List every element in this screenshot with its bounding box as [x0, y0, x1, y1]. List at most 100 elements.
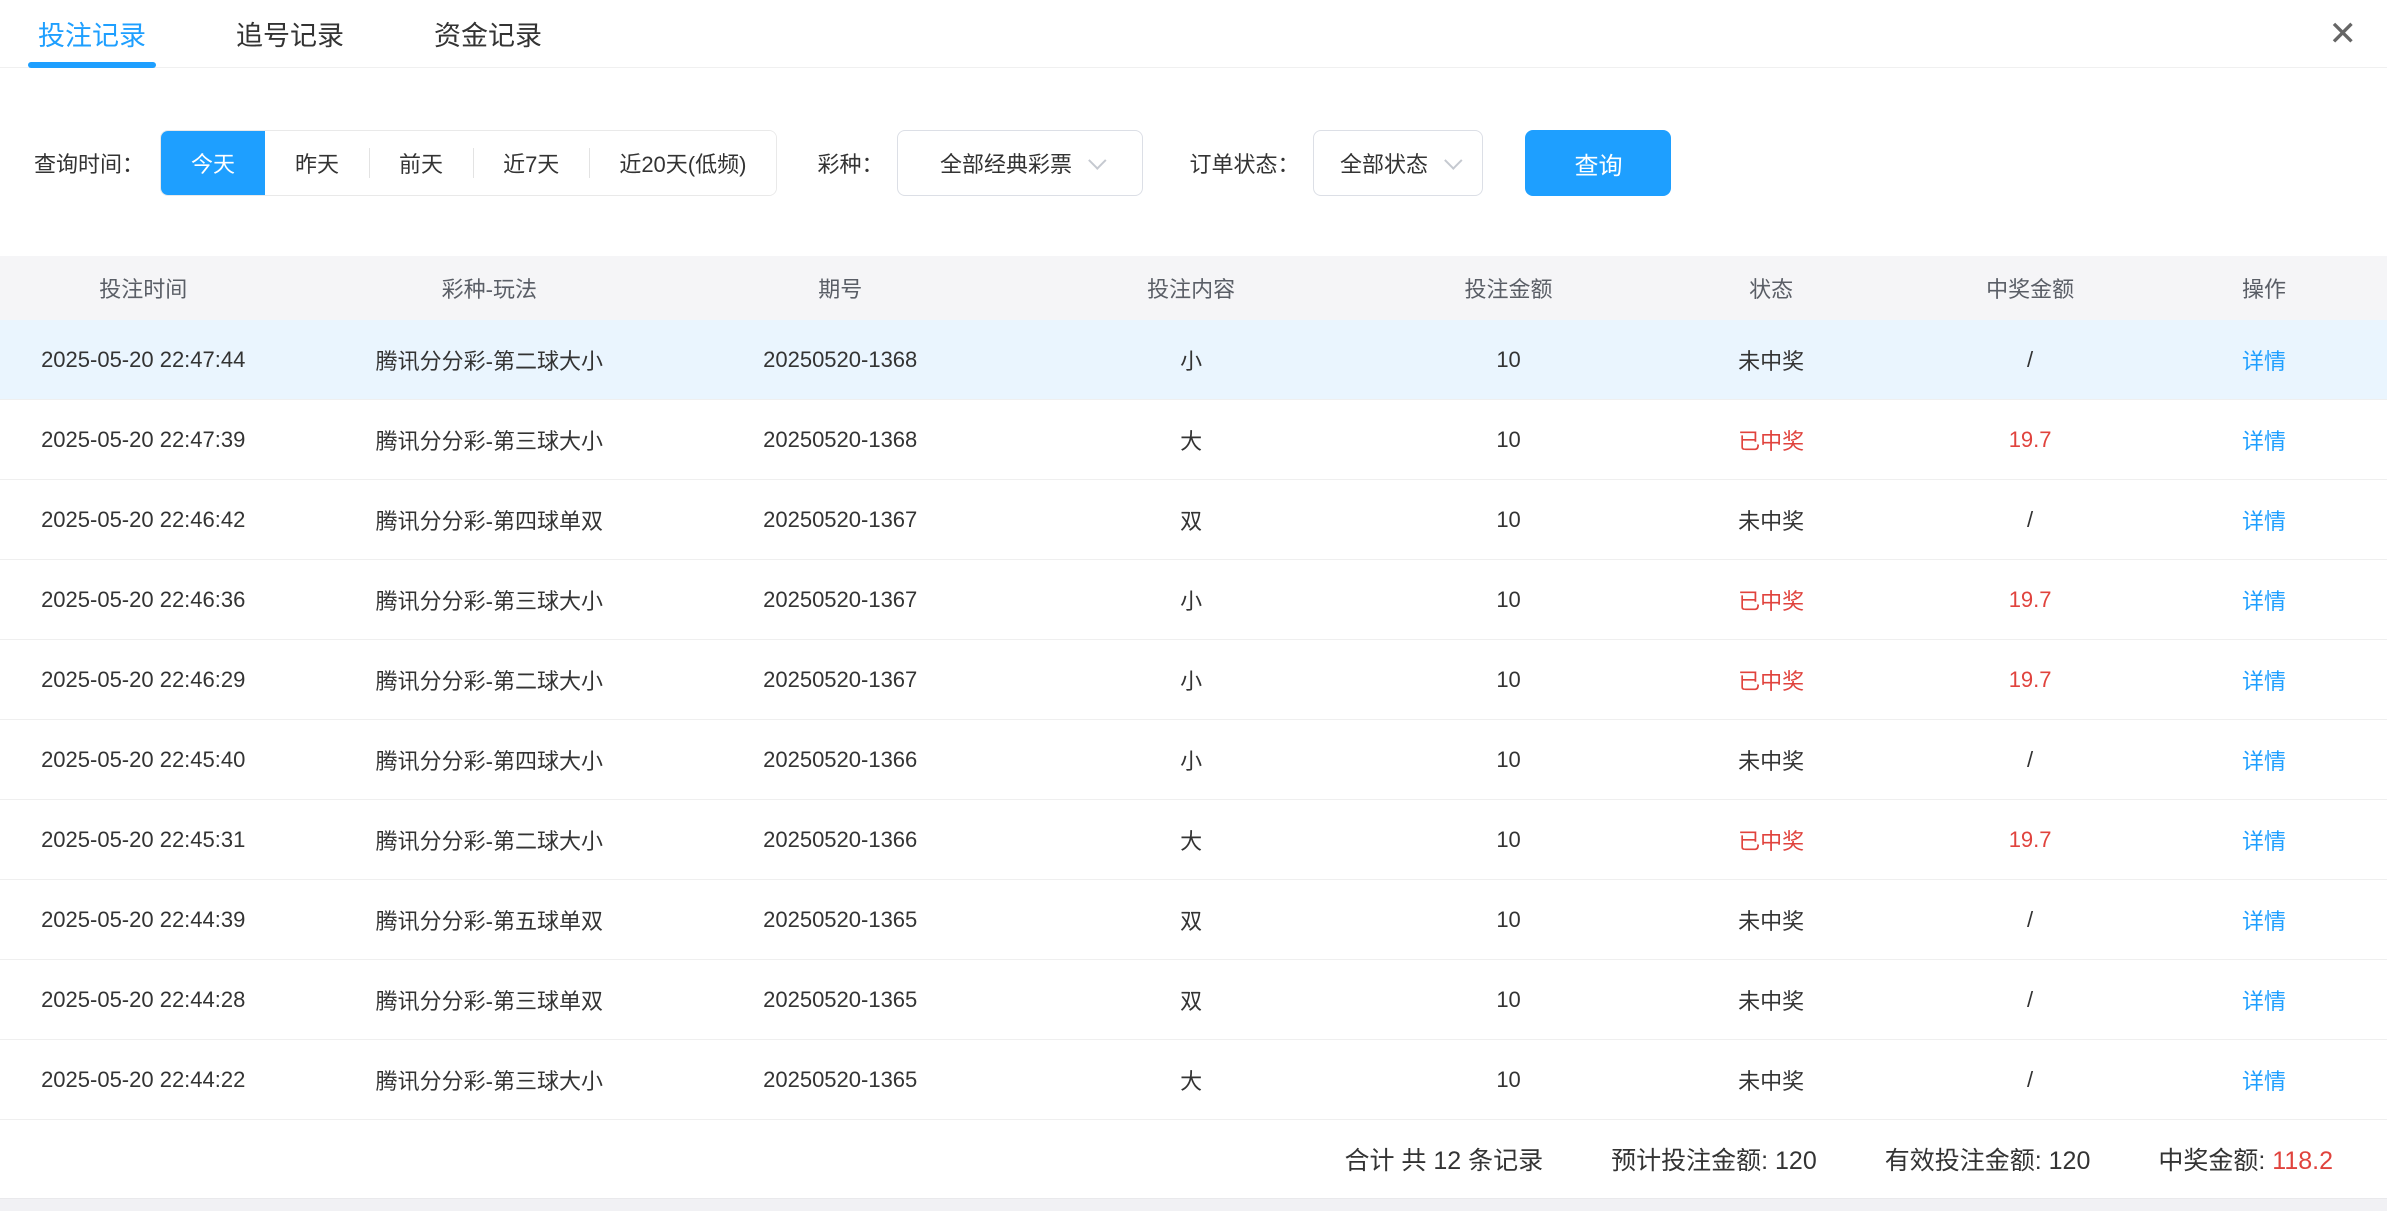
cell-bet-amount: 10 — [1394, 907, 1623, 933]
cell-bet-time: 2025-05-20 22:44:39 — [0, 907, 286, 933]
time-range-option[interactable]: 昨天 — [265, 131, 369, 195]
lottery-filter-label: 彩种： — [817, 147, 883, 179]
cell-status: 未中奖 — [1623, 344, 1919, 376]
cell-game-play: 腾讯分分彩-第三球大小 — [286, 424, 692, 456]
chevron-down-icon — [1444, 151, 1462, 169]
detail-link[interactable]: 详情 — [2242, 509, 2286, 534]
cell-bet-time: 2025-05-20 22:44:28 — [0, 987, 286, 1013]
col-bet-content: 投注内容 — [988, 272, 1394, 304]
cell-issue-number: 20250520-1366 — [692, 747, 988, 773]
cell-issue-number: 20250520-1365 — [692, 1067, 988, 1093]
cell-bet-time: 2025-05-20 22:46:29 — [0, 667, 286, 693]
cell-issue-number: 20250520-1367 — [692, 507, 988, 533]
table-row: 2025-05-20 22:46:42 腾讯分分彩-第四球单双 20250520… — [0, 480, 2387, 560]
cell-bet-content: 双 — [988, 504, 1394, 536]
cell-status: 已中奖 — [1623, 424, 1919, 456]
cell-prize-amount: / — [1919, 507, 2141, 533]
summary-expected-bet-amount: 预计投注金额: 120 — [1611, 1141, 1817, 1177]
search-button[interactable]: 查询 — [1525, 130, 1671, 196]
cell-issue-number: 20250520-1368 — [692, 347, 988, 373]
time-filter-label: 查询时间： — [34, 147, 144, 179]
bet-records-table: 投注时间 彩种-玩法 期号 投注内容 投注金额 状态 中奖金额 操作 2025-… — [0, 256, 2387, 1120]
cell-bet-content: 大 — [988, 824, 1394, 856]
cell-bet-amount: 10 — [1394, 827, 1623, 853]
cell-bet-amount: 10 — [1394, 427, 1623, 453]
col-game-play: 彩种-玩法 — [286, 272, 692, 304]
time-range-option[interactable]: 近7天 — [473, 131, 589, 195]
cell-bet-content: 双 — [988, 984, 1394, 1016]
detail-link[interactable]: 详情 — [2242, 749, 2286, 774]
table-row: 2025-05-20 22:47:44 腾讯分分彩-第二球大小 20250520… — [0, 320, 2387, 400]
detail-link[interactable]: 详情 — [2242, 829, 2286, 854]
cell-bet-amount: 10 — [1394, 587, 1623, 613]
table-row: 2025-05-20 22:47:39 腾讯分分彩-第三球大小 20250520… — [0, 400, 2387, 480]
cell-prize-amount: / — [1919, 1067, 2141, 1093]
col-bet-time: 投注时间 — [0, 272, 286, 304]
detail-link[interactable]: 详情 — [2242, 589, 2286, 614]
time-range-option[interactable]: 前天 — [369, 131, 473, 195]
cell-prize-amount: 19.7 — [1919, 587, 2141, 613]
table-row: 2025-05-20 22:45:31 腾讯分分彩-第二球大小 20250520… — [0, 800, 2387, 880]
lottery-select[interactable]: 全部经典彩票 — [897, 130, 1143, 196]
table-row: 2025-05-20 22:44:22 腾讯分分彩-第三球大小 20250520… — [0, 1040, 2387, 1120]
cell-bet-amount: 10 — [1394, 1067, 1623, 1093]
bet-record-dialog: 投注记录 追号记录 资金记录 ✕ 查询时间： 今天昨天前天近7天近20天(低频)… — [0, 0, 2387, 1211]
cell-prize-amount: 19.7 — [1919, 427, 2141, 453]
chevron-down-icon — [1088, 151, 1106, 169]
detail-link[interactable]: 详情 — [2242, 349, 2286, 374]
summary-valid-label: 有效投注金额: — [1885, 1147, 2042, 1175]
detail-link[interactable]: 详情 — [2242, 989, 2286, 1014]
table-row: 2025-05-20 22:46:36 腾讯分分彩-第三球大小 20250520… — [0, 560, 2387, 640]
cell-bet-time: 2025-05-20 22:45:31 — [0, 827, 286, 853]
cell-bet-time: 2025-05-20 22:47:44 — [0, 347, 286, 373]
cell-issue-number: 20250520-1367 — [692, 587, 988, 613]
time-range-option[interactable]: 今天 — [161, 131, 265, 195]
detail-link[interactable]: 详情 — [2242, 1069, 2286, 1094]
cell-bet-content: 小 — [988, 744, 1394, 776]
order-status-select[interactable]: 全部状态 — [1313, 130, 1483, 196]
tabs: 投注记录 追号记录 资金记录 — [38, 0, 542, 67]
cell-game-play: 腾讯分分彩-第三球单双 — [286, 984, 692, 1016]
cell-game-play: 腾讯分分彩-第四球单双 — [286, 504, 692, 536]
table-row: 2025-05-20 22:46:29 腾讯分分彩-第二球大小 20250520… — [0, 640, 2387, 720]
detail-link[interactable]: 详情 — [2242, 669, 2286, 694]
cell-game-play: 腾讯分分彩-第二球大小 — [286, 824, 692, 856]
cell-issue-number: 20250520-1365 — [692, 987, 988, 1013]
pagination-strip — [0, 1198, 2387, 1211]
time-range-group: 今天昨天前天近7天近20天(低频) — [160, 130, 777, 196]
cell-bet-amount: 10 — [1394, 347, 1623, 373]
order-status-select-value: 全部状态 — [1340, 147, 1428, 179]
lottery-select-value: 全部经典彩票 — [940, 147, 1072, 179]
cell-status: 未中奖 — [1623, 904, 1919, 936]
col-actions: 操作 — [2141, 272, 2387, 304]
table-body: 2025-05-20 22:47:44 腾讯分分彩-第二球大小 20250520… — [0, 320, 2387, 1120]
cell-prize-amount: / — [1919, 347, 2141, 373]
detail-link[interactable]: 详情 — [2242, 909, 2286, 934]
cell-status: 未中奖 — [1623, 984, 1919, 1016]
cell-bet-amount: 10 — [1394, 987, 1623, 1013]
cell-game-play: 腾讯分分彩-第二球大小 — [286, 664, 692, 696]
close-icon[interactable]: ✕ — [2329, 17, 2358, 51]
summary-bar: 合计 共 12 条记录 预计投注金额: 120 有效投注金额: 120 中奖金额… — [0, 1120, 2387, 1198]
col-bet-amount: 投注金额 — [1394, 272, 1623, 304]
cell-bet-time: 2025-05-20 22:46:36 — [0, 587, 286, 613]
table-row: 2025-05-20 22:44:28 腾讯分分彩-第三球单双 20250520… — [0, 960, 2387, 1040]
table-row: 2025-05-20 22:45:40 腾讯分分彩-第四球大小 20250520… — [0, 720, 2387, 800]
cell-bet-content: 小 — [988, 664, 1394, 696]
tab-fund-records[interactable]: 资金记录 — [434, 0, 542, 67]
time-range-option[interactable]: 近20天(低频) — [589, 131, 776, 195]
cell-bet-time: 2025-05-20 22:44:22 — [0, 1067, 286, 1093]
tab-chase-records[interactable]: 追号记录 — [236, 0, 344, 67]
order-status-filter-label: 订单状态： — [1189, 147, 1299, 179]
summary-total-records: 合计 共 12 条记录 — [1344, 1141, 1543, 1177]
cell-status: 已中奖 — [1623, 824, 1919, 856]
cell-game-play: 腾讯分分彩-第四球大小 — [286, 744, 692, 776]
cell-issue-number: 20250520-1368 — [692, 427, 988, 453]
cell-issue-number: 20250520-1367 — [692, 667, 988, 693]
detail-link[interactable]: 详情 — [2242, 429, 2286, 454]
cell-status: 已中奖 — [1623, 584, 1919, 616]
cell-bet-content: 大 — [988, 1064, 1394, 1096]
tab-bet-records[interactable]: 投注记录 — [38, 0, 146, 67]
table-header-row: 投注时间 彩种-玩法 期号 投注内容 投注金额 状态 中奖金额 操作 — [0, 256, 2387, 320]
col-issue-number: 期号 — [692, 272, 988, 304]
